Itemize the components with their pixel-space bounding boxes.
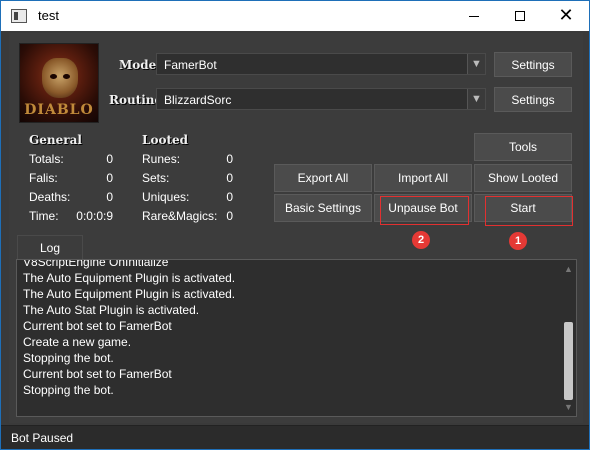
annotation-badge-2: 2 (412, 231, 430, 249)
log-line: The Auto Equipment Plugin is activated. (23, 287, 236, 301)
stat-value-runes: 0 (226, 152, 233, 166)
status-bar: Bot Paused (1, 425, 589, 449)
show-looted-button[interactable]: Show Looted (474, 164, 572, 192)
looted-heading: Looted (142, 133, 189, 147)
stat-label-sets: Sets: (142, 171, 170, 185)
tab-log[interactable]: Log (17, 235, 83, 259)
stat-value-totals: 0 (106, 152, 113, 166)
log-lines: V8ScriptEngine OnInitialize The Auto Equ… (23, 259, 236, 398)
log-line: V8ScriptEngine OnInitialize (23, 259, 169, 269)
diablo-logo: DIABLO (19, 43, 99, 123)
status-text: Bot Paused (11, 431, 74, 445)
log-line: The Auto Stat Plugin is activated. (23, 303, 200, 317)
stat-value-time: 0:0:0:9 (76, 209, 113, 223)
close-icon: ✕ (558, 5, 574, 26)
maximize-icon (515, 11, 525, 21)
chevron-down-icon[interactable]: ▼ (467, 89, 485, 109)
title-bar[interactable]: test ✕ (1, 1, 589, 31)
logo-face (42, 58, 78, 98)
mode-label: Mode: (119, 58, 161, 72)
scroll-thumb[interactable] (564, 322, 573, 400)
close-button[interactable]: ✕ (543, 1, 589, 31)
log-line: Current bot set to FamerBot (23, 367, 172, 381)
export-all-button[interactable]: Export All (274, 164, 372, 192)
logo-eye-left (50, 74, 57, 79)
minimize-icon (469, 15, 479, 17)
stat-value-rare-magics: 0 (226, 209, 233, 223)
unpause-highlight-box (380, 196, 469, 225)
log-line: Current bot set to FamerBot (23, 319, 172, 333)
import-all-button[interactable]: Import All (374, 164, 472, 192)
mode-settings-button[interactable]: Settings (494, 52, 572, 77)
stat-value-uniques: 0 (226, 190, 233, 204)
general-heading: General (29, 133, 82, 147)
stat-label-totals: Totals: (29, 152, 64, 166)
tools-button[interactable]: Tools (474, 133, 572, 161)
stat-value-deaths: 0 (106, 190, 113, 204)
stat-label-deaths: Deaths: (29, 190, 71, 204)
mode-select-value: FamerBot (164, 58, 217, 72)
minimize-button[interactable] (451, 1, 497, 31)
stat-label-uniques: Uniques: (142, 190, 190, 204)
log-line: Stopping the bot. (23, 351, 114, 365)
main-panel: DIABLO Mode: FamerBot ▼ Settings Routine… (9, 33, 583, 423)
log-line: Stopping the bot. (23, 383, 114, 397)
stat-label-falis: Falis: (29, 171, 58, 185)
window-title: test (38, 8, 59, 23)
annotation-badge-1: 1 (509, 232, 527, 250)
routine-settings-button[interactable]: Settings (494, 87, 572, 112)
stat-label-time: Time: (29, 209, 59, 223)
log-line: Create a new game. (23, 335, 132, 349)
logo-eye-right (63, 74, 70, 79)
maximize-button[interactable] (497, 1, 543, 31)
stat-value-falis: 0 (106, 171, 113, 185)
logo-text: DIABLO (24, 102, 94, 118)
basic-settings-button[interactable]: Basic Settings (274, 194, 372, 222)
stat-label-runes: Runes: (142, 152, 181, 166)
stat-label-rare-magics: Rare&Magics: (142, 209, 218, 223)
app-window: test ✕ DIABLO Mode: FamerBot ▼ Settings … (0, 0, 590, 450)
log-line: The Auto Equipment Plugin is activated. (23, 271, 236, 285)
log-output[interactable]: V8ScriptEngine OnInitialize The Auto Equ… (16, 259, 577, 417)
chevron-down-icon[interactable]: ▼ (467, 54, 485, 74)
stat-value-sets: 0 (226, 171, 233, 185)
mode-select[interactable]: FamerBot ▼ (156, 53, 486, 75)
routine-select[interactable]: BlizzardSorc ▼ (156, 88, 486, 110)
routine-select-value: BlizzardSorc (164, 93, 232, 107)
start-highlight-box (485, 196, 573, 226)
scroll-up-icon[interactable]: ▲ (561, 262, 576, 276)
app-window-icon (11, 9, 27, 23)
scroll-down-icon[interactable]: ▼ (561, 400, 576, 414)
log-scrollbar[interactable]: ▲ ▼ (561, 260, 576, 416)
